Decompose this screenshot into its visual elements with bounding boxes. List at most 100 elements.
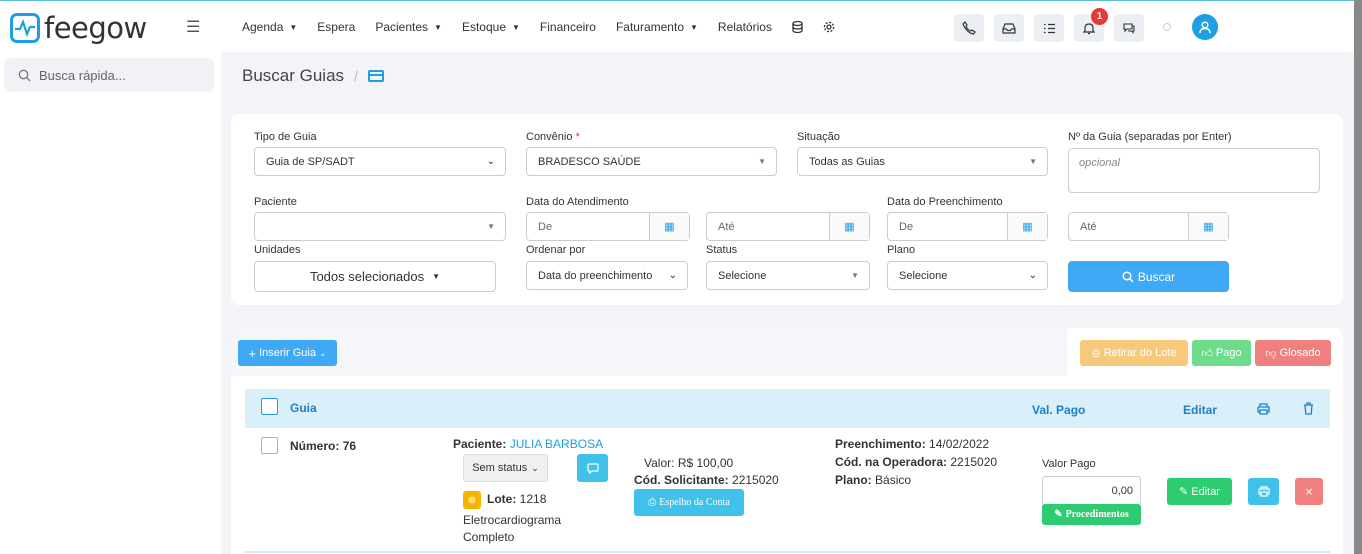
breadcrumb: Buscar Guias /: [242, 66, 384, 86]
nav-label: Espera: [317, 20, 356, 34]
button-label: Espelho da Conta: [659, 497, 730, 508]
retirar-lote-button[interactable]: ⊖ Retirar do Lote: [1080, 340, 1188, 366]
caret-down-icon: ▼: [487, 222, 495, 231]
column-guia: Guia: [290, 401, 317, 415]
atendimento-ate-input[interactable]: Até ▦: [706, 212, 870, 241]
plus-circle-icon[interactable]: ⊕: [463, 491, 481, 509]
nav-label: Estoque: [461, 20, 506, 34]
gear-icon[interactable]: [823, 21, 835, 33]
inserir-guia-button[interactable]: + Inserir Guia ⌄: [238, 340, 337, 366]
lote-value: 1218: [519, 492, 547, 506]
select-all-checkbox[interactable]: [261, 398, 278, 415]
button-label: Procedimentos: [1065, 509, 1129, 520]
status-label: Status: [706, 244, 738, 256]
page-title: Buscar Guias: [242, 66, 345, 85]
database-icon[interactable]: [792, 21, 803, 33]
plano-label: Plano:: [835, 473, 872, 487]
preenchimento-ate-input[interactable]: Até ▦: [1068, 212, 1229, 241]
caret-down-icon: ▼: [432, 272, 441, 281]
nav-espera[interactable]: Espera: [317, 20, 355, 34]
cod-operadora-value: 2215020: [950, 455, 998, 469]
calendar-icon[interactable]: ▦: [649, 213, 689, 240]
preenchimento-de-input[interactable]: De ▦: [887, 212, 1048, 241]
situacao-select[interactable]: Todas as Guias ▼: [797, 147, 1048, 176]
hamburger-icon[interactable]: ☰: [186, 17, 200, 37]
user-avatar[interactable]: [1192, 14, 1218, 40]
print-all-icon[interactable]: [1257, 403, 1270, 415]
close-icon: ×: [1305, 484, 1313, 499]
trash-all-icon[interactable]: [1303, 402, 1314, 415]
ordenar-select[interactable]: Data do preenchimento ⌄: [526, 261, 688, 290]
thumbs-up-icon: 👍︎: [1201, 347, 1213, 360]
atendimento-de-input[interactable]: De ▦: [526, 212, 690, 241]
calendar-icon[interactable]: ▦: [829, 213, 869, 240]
quick-search-input[interactable]: Busca rápida...: [4, 58, 214, 92]
nav-relatorios[interactable]: Relatórios: [718, 20, 772, 34]
tasks-icon[interactable]: [1034, 14, 1064, 42]
nav-pacientes[interactable]: Pacientes ▼: [375, 20, 442, 34]
inbox-icon[interactable]: [994, 14, 1024, 42]
calendar-icon[interactable]: ▦: [1007, 213, 1047, 240]
chevron-down-icon: ⌄: [668, 270, 677, 281]
paciente-info: Paciente: JULIA BARBOSA: [453, 437, 603, 451]
caret-down-icon: ▼: [851, 271, 859, 280]
feegow-logo[interactable]: feegow: [10, 11, 147, 45]
ordenar-label: Ordenar por: [526, 244, 586, 256]
preenchimento-label: Preenchimento:: [835, 437, 926, 451]
lote-info: Lote: 1218: [487, 492, 546, 506]
phone-icon[interactable]: [954, 14, 984, 42]
situacao-label: Situação: [797, 131, 840, 143]
cod-operadora-info: Cód. na Operadora: 2215020: [835, 455, 997, 469]
input-placeholder: De: [538, 220, 553, 233]
data-preenchimento-label: Data do Preenchimento: [887, 196, 1003, 208]
comment-button[interactable]: [577, 454, 608, 482]
espelho-conta-button[interactable]: ⎙ Espelho da Conta: [634, 489, 744, 516]
delete-button[interactable]: ×: [1295, 478, 1323, 505]
chevron-down-icon: ⌄: [1028, 270, 1037, 281]
column-val-pago: Val. Pago: [1032, 403, 1086, 417]
nav-faturamento[interactable]: Faturamento ▼: [616, 20, 698, 34]
print-icon: ⎙: [648, 497, 657, 508]
notification-badge: 1: [1091, 8, 1108, 25]
results-toolbar: [231, 328, 1067, 376]
nav-estoque[interactable]: Estoque ▼: [462, 20, 520, 34]
nav-label: Agenda: [242, 20, 284, 34]
paciente-select[interactable]: ▼: [254, 212, 506, 241]
nav-financeiro[interactable]: Financeiro: [540, 20, 596, 34]
status-select[interactable]: Selecione ▼: [706, 261, 870, 290]
paciente-label: Paciente: [254, 196, 297, 208]
unidades-multiselect[interactable]: Todos selecionados ▼: [254, 261, 496, 292]
print-button[interactable]: [1248, 478, 1279, 505]
minus-circle-icon: ⊖: [1091, 347, 1101, 360]
glosado-button[interactable]: 👎︎ Glosado: [1255, 340, 1331, 366]
label-text: Convênio: [526, 131, 573, 143]
nav-agenda[interactable]: Agenda ▼: [242, 20, 297, 34]
calendar-icon[interactable]: ▦: [1188, 213, 1228, 240]
data-atendimento-label: Data do Atendimento: [526, 196, 629, 208]
row-checkbox[interactable]: [261, 437, 278, 454]
lote-label: Lote:: [487, 492, 517, 506]
status-dot: [1163, 23, 1171, 31]
tipo-guia-select[interactable]: Guia de SP/SADT ⌄: [254, 147, 506, 176]
select-value: Selecione: [899, 269, 948, 282]
scrollbar[interactable]: [1354, 0, 1362, 554]
paciente-link[interactable]: JULIA BARBOSA: [510, 437, 603, 451]
num-guia-textarea[interactable]: opcional: [1068, 148, 1320, 193]
convenio-select[interactable]: BRADESCO SAÚDE ▼: [526, 147, 777, 176]
edit-icon: ✎: [1054, 509, 1063, 520]
tipo-guia-label: Tipo de Guia: [254, 131, 317, 143]
logo-icon: [10, 13, 40, 43]
cod-solicitante-value: 2215020: [732, 473, 779, 487]
bell-icon[interactable]: 1: [1074, 8, 1108, 42]
button-label: Inserir Guia: [259, 347, 316, 359]
pago-button[interactable]: 👍︎ Pago: [1192, 340, 1251, 366]
plano-info: Plano: Básico: [835, 473, 911, 487]
valor-pago-input[interactable]: 0,00: [1042, 476, 1141, 505]
plano-select[interactable]: Selecione ⌄: [887, 261, 1048, 290]
chat-icon[interactable]: [1114, 14, 1144, 42]
row-status-select[interactable]: Sem status ⌄: [463, 454, 548, 482]
procedimentos-button[interactable]: ✎ Procedimentos: [1042, 504, 1141, 525]
buscar-button[interactable]: Buscar: [1068, 261, 1229, 292]
editar-button[interactable]: ✎ Editar: [1167, 478, 1232, 505]
preenchimento-value: 14/02/2022: [929, 437, 990, 451]
